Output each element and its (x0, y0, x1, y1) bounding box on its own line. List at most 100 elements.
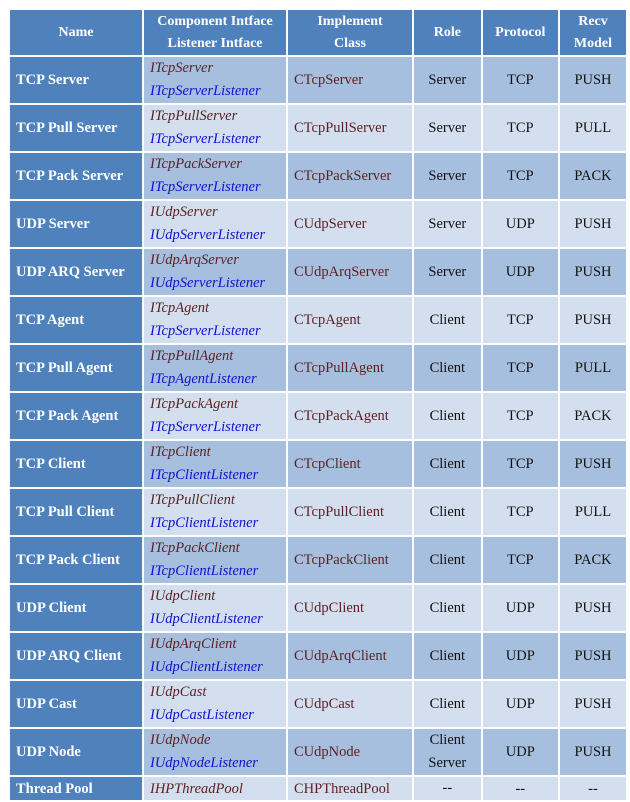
recv-model-cell: -- (559, 777, 626, 800)
listener-interface: ITcpServerListener (150, 83, 261, 99)
table-row: TCP Server ITcpServer ITcpServerListener CT… (10, 57, 626, 103)
implement-class: CTcpPullClient (288, 489, 412, 535)
implement-class: CHPThreadPool (288, 777, 412, 800)
listener-interface: ITcpServerListener (150, 131, 261, 147)
listener-interface: IUdpClientListener (150, 611, 263, 627)
component-interface: IUdpClient (150, 588, 216, 604)
header-recv-model: Recv Model (559, 10, 626, 55)
role-cell: Client (414, 537, 481, 583)
recv-model-cell: PUSH (559, 201, 626, 247)
role-cell: Server (414, 201, 481, 247)
component-interface: ITcpPackClient (150, 540, 240, 556)
component-interface: ITcpPullServer (150, 108, 238, 124)
row-name: UDP Node (10, 729, 142, 775)
recv-model-cell: PUSH (559, 681, 626, 727)
listener-interface: ITcpClientListener (150, 467, 259, 483)
table-row: UDP Node IUdpNode IUdpNodeListener CUdpNode… (10, 729, 626, 775)
role-cell: Client (414, 633, 481, 679)
protocol-cell: UDP (482, 633, 558, 679)
row-name: UDP ARQ Client (10, 633, 142, 679)
header-name: Name (10, 10, 142, 55)
recv-model-cell: PULL (559, 489, 626, 535)
listener-interface: ITcpClientListener (150, 563, 259, 579)
component-interface: IHPThreadPool (150, 780, 243, 797)
implement-class: CTcpPackClient (288, 537, 412, 583)
implement-class: CUdpArqClient (288, 633, 412, 679)
table-row: UDP Server IUdpServer IUdpServerListener CU… (10, 201, 626, 247)
component-interface: IUdpNode (150, 732, 211, 748)
component-interface: ITcpPackServer (150, 156, 243, 172)
role-cell: Client (414, 585, 481, 631)
recv-model-cell: PACK (559, 393, 626, 439)
listener-interface: IUdpServerListener (150, 275, 266, 291)
component-interface: ITcpPullAgent (150, 348, 234, 364)
implement-class: CTcpPackAgent (288, 393, 412, 439)
protocol-cell: TCP (482, 297, 558, 343)
interface-cell: ITcpPullClient ITcpClientListener (144, 489, 286, 535)
protocol-cell: -- (482, 777, 558, 800)
table-row: TCP Pack Client ITcpPackClient ITcpClientL… (10, 537, 626, 583)
role-cell: Client (414, 345, 481, 391)
recv-model-cell: PACK (559, 153, 626, 199)
recv-model-cell: PULL (559, 105, 626, 151)
protocol-cell: UDP (482, 681, 558, 727)
table-row: UDP ARQ Client IUdpArqClient IUdpClientLis… (10, 633, 626, 679)
header-interface: Component Intface Listener Intface (144, 10, 286, 55)
row-name: UDP Cast (10, 681, 142, 727)
protocol-cell: TCP (482, 153, 558, 199)
component-interface: ITcpServer (150, 60, 214, 76)
table-row: TCP Agent ITcpAgent ITcpServerListener CTcp… (10, 297, 626, 343)
implement-class: CTcpClient (288, 441, 412, 487)
role-cell: Server (414, 249, 481, 295)
listener-interface: ITcpAgentListener (150, 371, 257, 387)
interface-cell: IUdpArqServer IUdpServerListener (144, 249, 286, 295)
interface-cell: ITcpPullAgent ITcpAgentListener (144, 345, 286, 391)
table-row: TCP Pull Agent ITcpPullAgent ITcpAgentList… (10, 345, 626, 391)
row-name: TCP Agent (10, 297, 142, 343)
protocol-cell: TCP (482, 489, 558, 535)
table-row: UDP ARQ Server IUdpArqServer IUdpServerLis… (10, 249, 626, 295)
protocol-cell: TCP (482, 441, 558, 487)
protocol-cell: UDP (482, 585, 558, 631)
table-row: TCP Pull Client ITcpPullClient ITcpClientL… (10, 489, 626, 535)
implement-class: CTcpPackServer (288, 153, 412, 199)
implement-class: CUdpCast (288, 681, 412, 727)
role-cell: Server (414, 105, 481, 151)
implement-class: CUdpServer (288, 201, 412, 247)
implement-class: CTcpAgent (288, 297, 412, 343)
recv-model-cell: PACK (559, 537, 626, 583)
row-name: UDP Client (10, 585, 142, 631)
recv-model-cell: PUSH (559, 57, 626, 103)
table-row: UDP Client IUdpClient IUdpClientListener CU… (10, 585, 626, 631)
interface-cell: ITcpPackServer ITcpServerListener (144, 153, 286, 199)
interface-cell: ITcpAgent ITcpServerListener (144, 297, 286, 343)
component-table: Name Component Intface Listener Intface I… (8, 8, 628, 802)
row-name: TCP Pack Agent (10, 393, 142, 439)
interface-cell: IUdpCast IUdpCastListener (144, 681, 286, 727)
table-row: UDP Cast IUdpCast IUdpCastListener CUdpCast… (10, 681, 626, 727)
implement-class: CTcpServer (288, 57, 412, 103)
recv-model-cell: PUSH (559, 441, 626, 487)
row-name: UDP ARQ Server (10, 249, 142, 295)
interface-cell: ITcpPullServer ITcpServerListener (144, 105, 286, 151)
header-protocol: Protocol (482, 10, 558, 55)
component-interface: IUdpArqServer (150, 252, 239, 268)
role-cell: Client (414, 393, 481, 439)
interface-cell: IUdpArqClient IUdpClientListener (144, 633, 286, 679)
protocol-cell: UDP (482, 249, 558, 295)
interface-cell: IUdpNode IUdpNodeListener (144, 729, 286, 775)
row-name: TCP Client (10, 441, 142, 487)
listener-interface: IUdpNodeListener (150, 755, 258, 771)
recv-model-cell: PUSH (559, 585, 626, 631)
row-name: Thread Pool (10, 777, 142, 800)
table-row: TCP Client ITcpClient ITcpClientListener CT… (10, 441, 626, 487)
row-name: TCP Pack Client (10, 537, 142, 583)
interface-cell: ITcpPackClient ITcpClientListener (144, 537, 286, 583)
recv-model-cell: PUSH (559, 633, 626, 679)
role-cell: Server (414, 153, 481, 199)
listener-interface: ITcpServerListener (150, 179, 261, 195)
component-interface: ITcpPackAgent (150, 396, 239, 412)
row-name: TCP Pull Client (10, 489, 142, 535)
interface-cell: IHPThreadPool (144, 777, 286, 800)
component-interface: IUdpCast (150, 684, 207, 700)
